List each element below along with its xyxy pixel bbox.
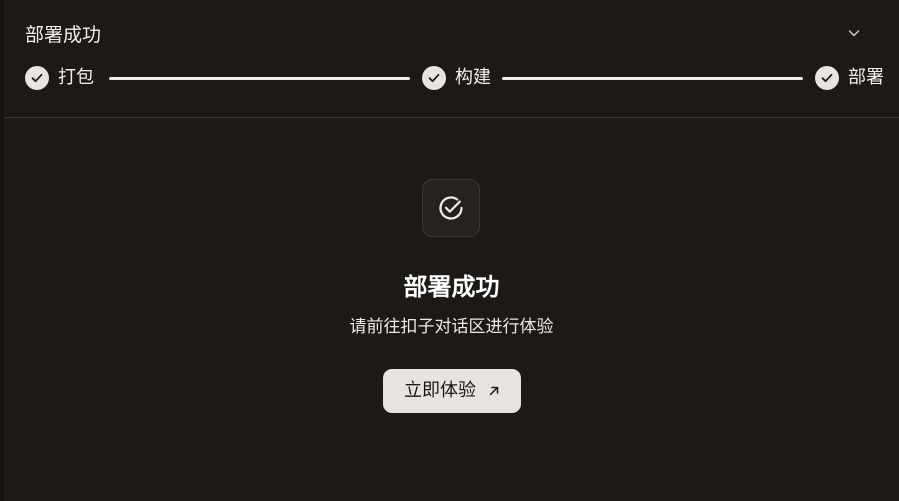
deploy-result: 部署成功 请前往扣子对话区进行体验 立即体验 <box>4 119 899 501</box>
step-connector <box>109 77 410 80</box>
step-label: 构建 <box>455 67 491 88</box>
check-circle-icon <box>439 196 463 220</box>
deploy-panel: 部署成功 打包 构建 部署 部署成功 请前往扣子对话区进行体验 立即体验 <box>0 0 899 501</box>
check-icon <box>25 66 49 90</box>
deploy-header: 部署成功 打包 构建 部署 <box>4 0 899 118</box>
step-label: 部署 <box>848 67 884 88</box>
header-title: 部署成功 <box>25 24 102 46</box>
step-deploy: 部署 <box>815 66 884 90</box>
try-now-label: 立即体验 <box>404 380 476 401</box>
step-label: 打包 <box>58 67 94 88</box>
check-icon <box>815 66 839 90</box>
step-package: 打包 <box>25 66 94 90</box>
chevron-down-icon <box>848 30 860 37</box>
result-description: 请前往扣子对话区进行体验 <box>349 317 554 337</box>
step-connector <box>502 77 803 80</box>
success-icon-box <box>422 179 480 237</box>
step-build: 构建 <box>422 66 491 90</box>
try-now-button[interactable]: 立即体验 <box>383 369 521 413</box>
result-title: 部署成功 <box>403 273 500 301</box>
collapse-button[interactable] <box>843 22 865 44</box>
arrow-up-right-icon <box>488 385 500 397</box>
deploy-steps: 打包 构建 部署 <box>25 66 884 90</box>
check-icon <box>422 66 446 90</box>
